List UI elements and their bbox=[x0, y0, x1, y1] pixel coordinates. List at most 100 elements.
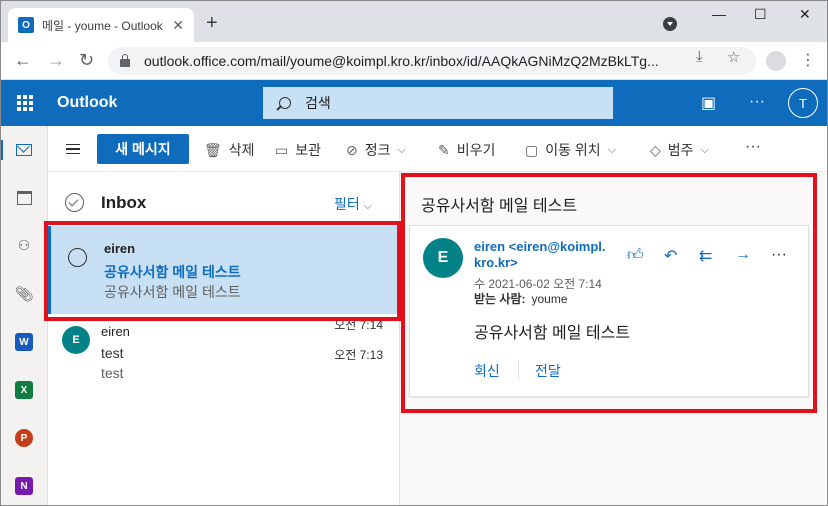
forward-icon[interactable]: → bbox=[735, 246, 751, 264]
word-icon: W bbox=[15, 333, 33, 351]
message-subject: test bbox=[101, 345, 124, 361]
list-item[interactable]: eiren 공유사서함 메일 테스트 공유사서함 메일 테스트 오전 7:14 bbox=[48, 226, 400, 332]
message-preview: 공유사서함 메일 테스트 bbox=[104, 284, 241, 300]
url-text[interactable]: outlook.office.com/mail/youme@koimpl.kro… bbox=[144, 53, 692, 69]
tab-search-icon[interactable] bbox=[663, 17, 677, 31]
rail-onenote[interactable]: N bbox=[0, 468, 48, 504]
forward-icon[interactable]: → bbox=[47, 50, 65, 70]
junk-label: 정크 bbox=[364, 142, 391, 158]
sweep-label: 비우기 bbox=[456, 142, 496, 158]
tag-icon: ◇ bbox=[650, 141, 661, 158]
message-subject: 공유사서함 메일 테스트 bbox=[104, 264, 241, 280]
categorize-button[interactable]: ◇ 범주 ⌵ bbox=[650, 140, 709, 160]
address-bar[interactable]: outlook.office.com/mail/youme@koimpl.kro… bbox=[108, 47, 756, 75]
rail-word[interactable]: W bbox=[0, 324, 48, 360]
rail-excel[interactable]: X bbox=[0, 372, 48, 408]
sweep-button[interactable]: ✎ 비우기 bbox=[438, 140, 495, 160]
minimize-icon[interactable]: — bbox=[712, 6, 726, 22]
archive-icon: ▭ bbox=[275, 141, 289, 158]
lock-icon[interactable] bbox=[120, 54, 130, 67]
maximize-icon[interactable]: ☐ bbox=[754, 6, 767, 23]
browser-profile-avatar[interactable] bbox=[766, 51, 786, 71]
avatar: E bbox=[62, 326, 90, 354]
hamburger-menu-icon[interactable] bbox=[66, 144, 80, 154]
rail-mail[interactable] bbox=[0, 132, 48, 168]
delete-button[interactable]: 🗑︎ 삭제 bbox=[204, 140, 255, 160]
more-commands-icon[interactable]: ··· bbox=[745, 138, 761, 156]
rail-powerpoint[interactable]: P bbox=[0, 420, 48, 456]
trash-icon: 🗑︎ bbox=[204, 141, 222, 158]
list-item[interactable]: E eiren test test 오전 7:13 bbox=[48, 314, 400, 402]
app-rail: ⚇ 📎︎ W X P N bbox=[0, 126, 48, 506]
chevron-down-icon[interactable]: ⌵ bbox=[608, 144, 616, 157]
new-tab-icon[interactable]: + bbox=[206, 13, 218, 33]
move-to-label: 이동 위치 bbox=[545, 142, 601, 158]
install-app-icon[interactable]: ⤓ bbox=[696, 48, 703, 65]
archive-button[interactable]: ▭ 보관 bbox=[275, 140, 321, 160]
rail-files[interactable]: 📎︎ bbox=[0, 276, 48, 312]
outlook-favicon-icon: O bbox=[18, 17, 34, 33]
browser-tab-strip: O 메일 - youme - Outlook ✕ + — ☐ ✕ bbox=[0, 0, 828, 42]
rail-people[interactable]: ⚇ bbox=[0, 227, 48, 263]
chevron-down-icon: ⌵ bbox=[363, 200, 372, 212]
recipient-line: 받는 사람: youme bbox=[474, 290, 568, 307]
move-to-button[interactable]: ▢ 이동 위치 ⌵ bbox=[525, 140, 616, 160]
teams-icon[interactable]: ▣ bbox=[701, 93, 716, 113]
powerpoint-icon: P bbox=[15, 429, 33, 447]
tab-title: 메일 - youme - Outlook bbox=[42, 18, 163, 33]
message-list: Inbox 필터 ⌵ eiren 공유사서함 메일 테스트 공유사서함 메일 테… bbox=[48, 172, 400, 506]
reply-button[interactable]: 회신 bbox=[474, 361, 500, 381]
reload-icon[interactable]: ↻ bbox=[79, 50, 94, 70]
message-time: 오전 7:13 bbox=[334, 348, 383, 362]
rail-calendar[interactable] bbox=[0, 180, 48, 216]
tab-close-icon[interactable]: ✕ bbox=[172, 17, 184, 34]
app-launcher-icon[interactable] bbox=[17, 95, 33, 111]
chevron-down-icon[interactable]: ⌵ bbox=[398, 144, 406, 157]
app-brand[interactable]: Outlook bbox=[57, 94, 117, 112]
browser-tab[interactable]: O 메일 - youme - Outlook ✕ bbox=[8, 8, 194, 42]
folder-title: Inbox bbox=[101, 193, 147, 212]
message-more-icon[interactable]: ··· bbox=[771, 246, 787, 264]
address-bar-row: ← → ↻ outlook.office.com/mail/youme@koim… bbox=[0, 42, 828, 80]
select-all-icon[interactable] bbox=[65, 193, 84, 212]
block-icon: ⊘ bbox=[346, 141, 358, 158]
categorize-label: 범주 bbox=[667, 142, 694, 158]
reply-all-icon[interactable]: ⇇ bbox=[699, 246, 712, 266]
message-body: 공유사서함 메일 테스트 bbox=[474, 325, 631, 342]
reading-subject: 공유사서함 메일 테스트 bbox=[421, 198, 578, 215]
message-preview: test bbox=[101, 365, 124, 381]
browser-menu-icon[interactable]: ⋮ bbox=[800, 50, 816, 70]
delete-label: 삭제 bbox=[228, 142, 255, 158]
reading-pane: 공유사서함 메일 테스트 E eiren <eiren@koimpl.kro.k… bbox=[400, 172, 828, 506]
sender-avatar[interactable]: E bbox=[423, 238, 463, 278]
search-input[interactable]: 검색 bbox=[263, 87, 613, 119]
select-message-radio[interactable] bbox=[68, 248, 87, 267]
to-label: 받는 사람: bbox=[474, 292, 526, 306]
list-header: Inbox 필터 ⌵ bbox=[48, 172, 400, 222]
folder-move-icon: ▢ bbox=[525, 141, 539, 158]
mail-icon bbox=[16, 144, 32, 156]
bookmark-star-icon[interactable]: ☆ bbox=[727, 48, 740, 66]
new-message-button[interactable]: 새 메시지 bbox=[97, 134, 189, 164]
user-avatar[interactable]: T bbox=[788, 88, 818, 118]
window-close-icon[interactable]: ✕ bbox=[799, 6, 811, 23]
search-icon bbox=[279, 97, 291, 109]
forward-button[interactable]: 전달 bbox=[535, 361, 561, 381]
broom-icon: ✎ bbox=[438, 141, 450, 158]
people-icon: ⚇ bbox=[17, 236, 31, 253]
reply-icon[interactable]: ↶ bbox=[664, 246, 677, 266]
recipient[interactable]: youme bbox=[532, 292, 568, 306]
header-more-icon[interactable]: ··· bbox=[749, 93, 765, 111]
action-divider bbox=[518, 361, 519, 379]
sender-name[interactable]: eiren <eiren@koimpl.kro.kr> bbox=[474, 239, 612, 271]
message-card: E eiren <eiren@koimpl.kro.kr> 수 2021-06-… bbox=[409, 225, 809, 397]
archive-label: 보관 bbox=[295, 142, 321, 158]
junk-button[interactable]: ⊘ 정크 ⌵ bbox=[346, 140, 406, 160]
back-icon[interactable]: ← bbox=[14, 50, 32, 70]
paperclip-icon: 📎︎ bbox=[14, 286, 34, 303]
chevron-down-icon[interactable]: ⌵ bbox=[701, 144, 709, 157]
outlook-header: Outlook 검색 ▣ ··· T bbox=[0, 80, 828, 126]
onenote-icon: N bbox=[15, 477, 33, 495]
like-icon[interactable]: 👍︎ bbox=[627, 246, 644, 265]
filter-button[interactable]: 필터 ⌵ bbox=[334, 194, 372, 214]
